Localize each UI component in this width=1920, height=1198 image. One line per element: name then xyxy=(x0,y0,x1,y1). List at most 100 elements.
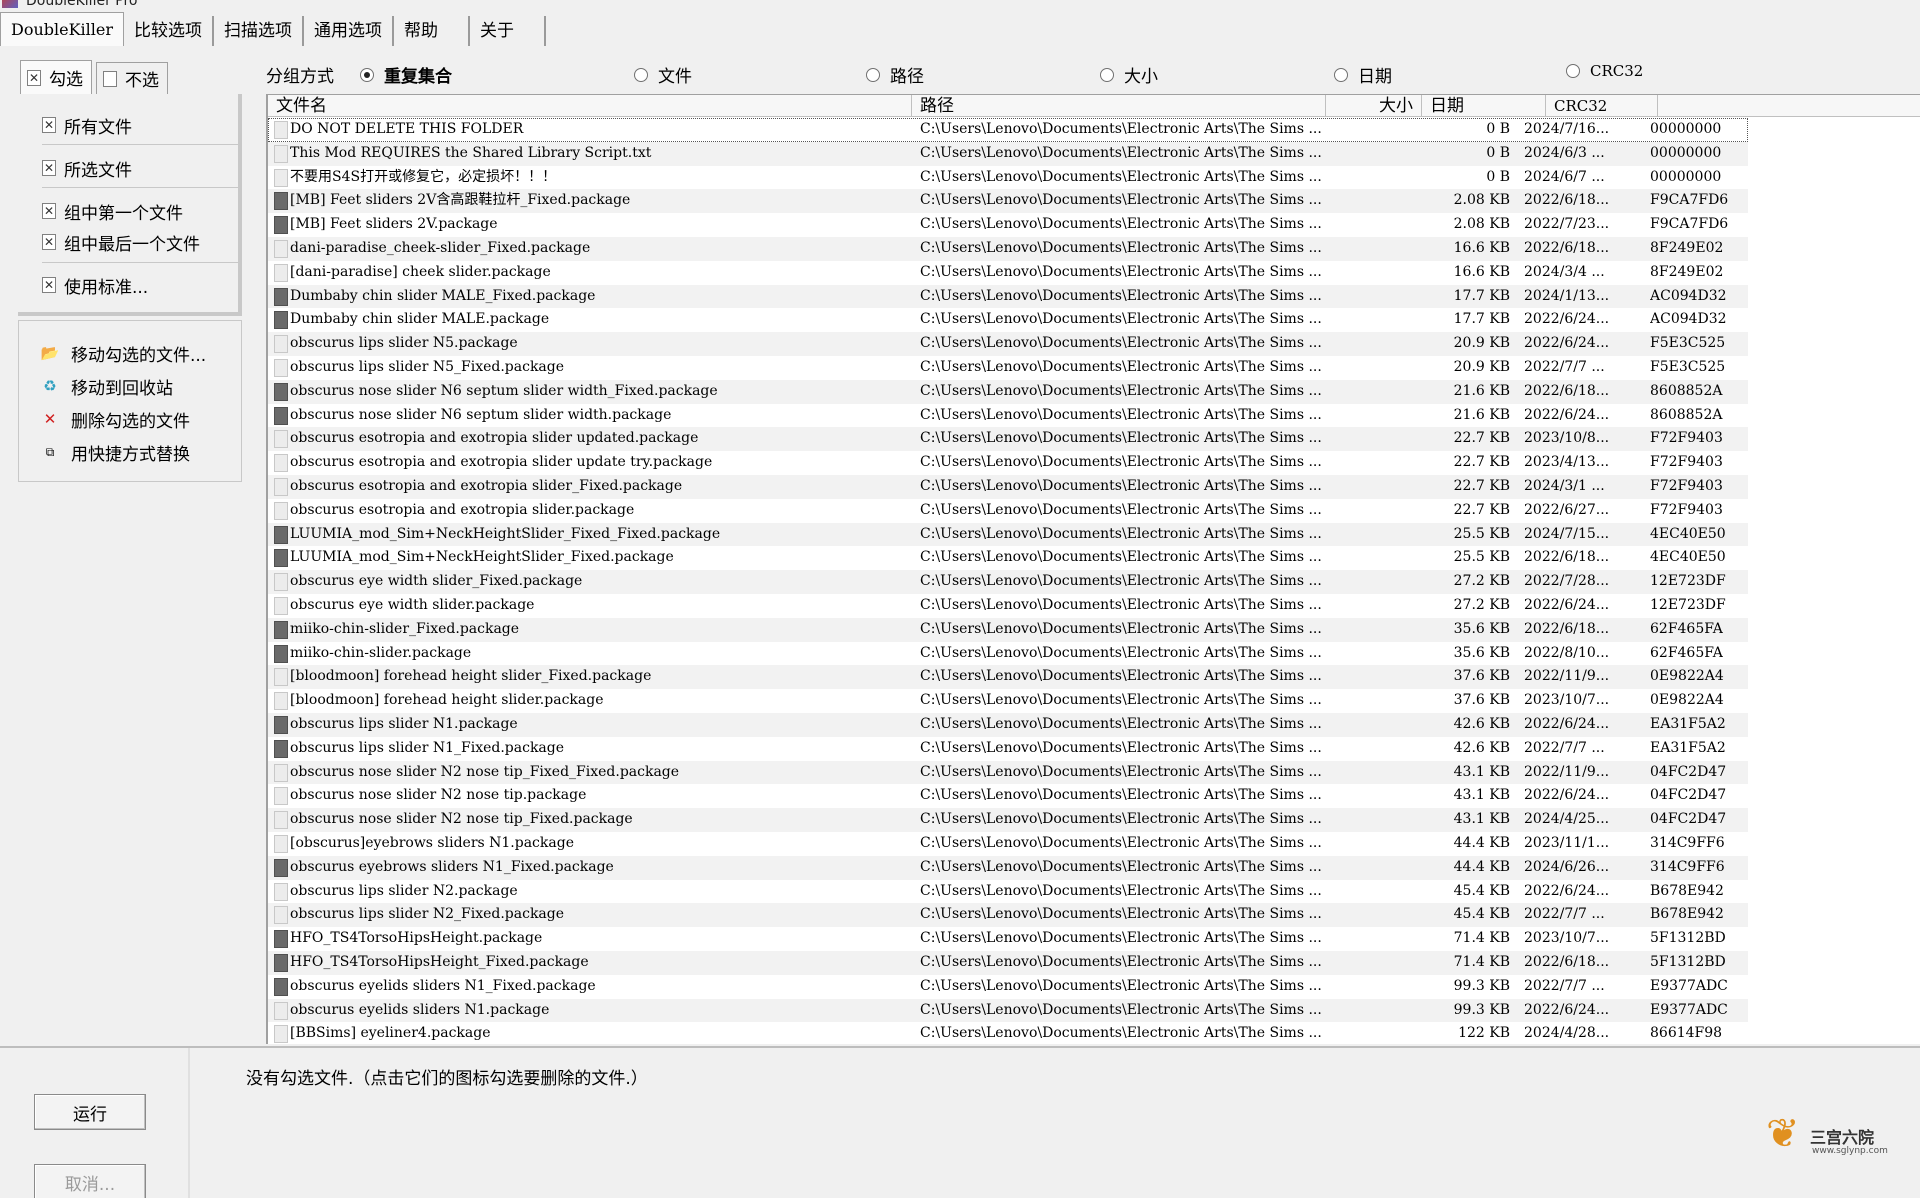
duplicate-file-list[interactable]: 文件名 路径 大小 日期 CRC32 DO NOT DELETE THIS FO… xyxy=(266,94,1920,1044)
file-check-icon[interactable] xyxy=(274,216,288,235)
column-header-name[interactable]: 文件名 xyxy=(268,95,912,117)
file-check-icon[interactable] xyxy=(274,430,288,449)
table-row[interactable]: obscurus esotropia and exotropia slider_… xyxy=(268,475,1748,499)
table-row[interactable]: obscurus lips slider N5_Fixed.package C:\… xyxy=(268,356,1748,380)
select-selected-files[interactable]: 所选文件 xyxy=(42,155,132,181)
table-row[interactable]: Dumbaby chin slider MALE_Fixed.package C:… xyxy=(268,284,1748,309)
table-row[interactable]: obscurus esotropia and exotropia slider.… xyxy=(268,499,1748,523)
table-row[interactable]: [bloodmoon] forehead height slider.packa… xyxy=(268,689,1748,713)
table-row[interactable]: [BBSims] eyeliner4.package C:\Users\Lenov… xyxy=(268,1022,1748,1044)
radio-date[interactable]: 日期 xyxy=(1334,62,1392,87)
table-row[interactable]: HFO_TS4TorsoHipsHeight.package C:\Users\L… xyxy=(268,927,1748,951)
select-by-criteria[interactable]: 使用标准... xyxy=(42,272,148,298)
tab-about[interactable]: 关于 xyxy=(470,16,547,46)
file-check-icon[interactable] xyxy=(274,549,288,568)
file-check-icon[interactable] xyxy=(274,501,288,520)
table-row[interactable]: DO NOT DELETE THIS FOLDER C:\Users\Lenovo… xyxy=(268,118,1748,142)
table-row[interactable]: obscurus eyelids sliders N1_Fixed.packag… xyxy=(268,975,1748,999)
file-check-icon[interactable] xyxy=(274,359,288,377)
tab-uncheck[interactable]: 不选 xyxy=(96,62,168,94)
file-check-icon[interactable] xyxy=(274,644,288,663)
tab-doublekiller[interactable]: DoubleKiller xyxy=(0,12,125,46)
column-header-date[interactable]: 日期 xyxy=(1422,95,1546,117)
file-check-icon[interactable] xyxy=(274,573,288,592)
table-row[interactable]: [MB] Feet sliders 2V.package C:\Users\Len… xyxy=(268,213,1748,237)
replace-with-shortcut[interactable]: ⧉ 用快捷方式替换 xyxy=(39,438,190,466)
file-check-icon[interactable] xyxy=(274,168,288,187)
file-check-icon[interactable] xyxy=(274,906,288,925)
file-check-icon[interactable] xyxy=(274,763,288,782)
tab-scan-options[interactable]: 扫描选项 xyxy=(214,16,305,46)
file-check-icon[interactable] xyxy=(274,787,288,806)
table-row[interactable]: obscurus lips slider N1.package C:\Users\… xyxy=(268,713,1748,737)
table-row[interactable]: LUUMIA_mod_Sim+NeckHeightSlider_Fixed_Fi… xyxy=(268,522,1748,547)
column-header-crc32[interactable]: CRC32 xyxy=(1546,95,1658,117)
table-row[interactable]: obscurus eye width slider_Fixed.package C… xyxy=(268,570,1748,594)
file-check-icon[interactable] xyxy=(274,406,288,425)
table-row[interactable]: miiko-chin-slider.package C:\Users\Lenovo… xyxy=(268,642,1748,666)
table-row[interactable]: obscurus eyebrows sliders N1_Fixed.packa… xyxy=(268,855,1748,880)
file-check-icon[interactable] xyxy=(274,620,288,639)
file-check-icon[interactable] xyxy=(274,835,288,853)
column-header-size[interactable]: 大小 xyxy=(1326,95,1422,117)
radio-duplicate-set[interactable]: 重复集合 xyxy=(360,62,452,87)
file-check-icon[interactable] xyxy=(274,716,288,734)
file-check-icon[interactable] xyxy=(274,525,288,544)
table-row[interactable]: [MB] Feet sliders 2V含高跟鞋拉杆_Fixed.package… xyxy=(268,189,1748,214)
file-check-icon[interactable] xyxy=(274,287,288,306)
file-check-icon[interactable] xyxy=(274,240,288,258)
select-first-in-group[interactable]: 组中第一个文件 xyxy=(42,198,183,224)
table-row[interactable]: obscurus lips slider N1_Fixed.package C:\… xyxy=(268,737,1748,761)
tab-general-options[interactable]: 通用选项 xyxy=(304,16,395,46)
table-row[interactable]: [obscurus]eyebrows sliders N1.package C:\… xyxy=(268,832,1748,856)
cancel-button[interactable]: 取消... xyxy=(34,1164,146,1198)
table-row[interactable]: dani-paradise_cheek-slider_Fixed.package… xyxy=(268,237,1748,261)
select-all-files[interactable]: 所有文件 xyxy=(42,112,132,138)
table-row[interactable]: obscurus esotropia and exotropia slider … xyxy=(268,451,1748,475)
file-check-icon[interactable] xyxy=(274,668,288,687)
file-check-icon[interactable] xyxy=(274,335,288,354)
file-check-icon[interactable] xyxy=(274,454,288,473)
table-row[interactable]: obscurus lips slider N2_Fixed.package C:\… xyxy=(268,903,1748,928)
file-check-icon[interactable] xyxy=(274,121,288,139)
radio-crc32[interactable]: CRC32 xyxy=(1566,62,1643,80)
table-row[interactable]: obscurus nose slider N2 nose tip.package… xyxy=(268,784,1748,808)
table-row[interactable]: obscurus nose slider N2 nose tip_Fixed.p… xyxy=(268,808,1748,832)
file-check-icon[interactable] xyxy=(274,311,288,330)
move-checked-files[interactable]: 📂 移动勾选的文件... xyxy=(39,339,207,367)
file-check-icon[interactable] xyxy=(274,478,288,496)
file-check-icon[interactable] xyxy=(274,739,288,758)
file-check-icon[interactable] xyxy=(274,1025,288,1044)
table-row[interactable]: obscurus eyelids sliders N1.package C:\Us… xyxy=(268,998,1748,1023)
file-check-icon[interactable] xyxy=(274,930,288,949)
file-check-icon[interactable] xyxy=(274,144,288,163)
file-check-icon[interactable] xyxy=(274,597,288,615)
radio-file[interactable]: 文件 xyxy=(634,62,692,87)
tab-compare-options[interactable]: 比较选项 xyxy=(124,16,215,46)
file-check-icon[interactable] xyxy=(274,192,288,211)
file-check-icon[interactable] xyxy=(274,263,288,282)
table-row[interactable]: obscurus nose slider N6 septum slider wi… xyxy=(268,404,1748,428)
select-last-in-group[interactable]: 组中最后一个文件 xyxy=(42,229,200,255)
file-check-icon[interactable] xyxy=(274,692,288,711)
tab-check[interactable]: 勾选 xyxy=(20,60,92,94)
radio-path[interactable]: 路径 xyxy=(866,62,924,87)
table-row[interactable]: [dani-paradise] cheek slider.package C:\U… xyxy=(268,261,1748,285)
file-check-icon[interactable] xyxy=(274,382,288,401)
run-button[interactable]: 运行 xyxy=(34,1094,146,1130)
table-row[interactable]: 不要用S4S打开或修复它，必定损坏！！！ C:\Users\Lenovo\Docu… xyxy=(268,166,1748,190)
table-row[interactable]: This Mod REQUIRES the Shared Library Scr… xyxy=(268,141,1748,166)
move-to-recycle-bin[interactable]: ♻ 移动到回收站 xyxy=(39,372,173,400)
table-row[interactable]: [bloodmoon] forehead height slider_Fixed… xyxy=(268,665,1748,690)
tab-help[interactable]: 帮助 xyxy=(394,16,471,46)
table-row[interactable]: obscurus nose slider N6 septum slider wi… xyxy=(268,379,1748,404)
table-row[interactable]: obscurus nose slider N2 nose tip_Fixed_F… xyxy=(268,760,1748,785)
file-check-icon[interactable] xyxy=(274,882,288,901)
table-row[interactable]: obscurus eye width slider.package C:\User… xyxy=(268,594,1748,618)
file-check-icon[interactable] xyxy=(274,1001,288,1020)
column-header-path[interactable]: 路径 xyxy=(912,95,1326,117)
table-row[interactable]: obscurus esotropia and exotropia slider … xyxy=(268,427,1748,452)
table-row[interactable]: obscurus lips slider N2.package C:\Users\… xyxy=(268,880,1748,904)
table-row[interactable]: LUUMIA_mod_Sim+NeckHeightSlider_Fixed.pa… xyxy=(268,546,1748,570)
file-check-icon[interactable] xyxy=(274,954,288,972)
